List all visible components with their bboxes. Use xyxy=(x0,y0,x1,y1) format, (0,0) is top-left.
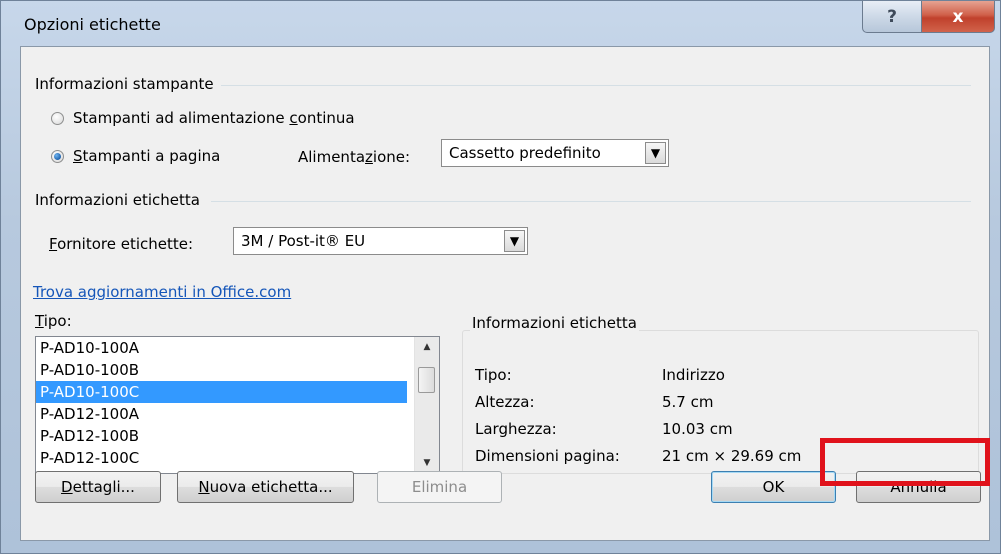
radio-button[interactable] xyxy=(51,149,64,163)
delete-button[interactable]: Elimina xyxy=(377,471,502,503)
details-button-label: Dettagli... xyxy=(61,478,135,496)
radio-page-printers[interactable]: Stampanti a pagina xyxy=(51,147,220,165)
ok-button[interactable]: OK xyxy=(711,471,836,503)
chevron-down-icon[interactable]: ▼ xyxy=(504,230,525,252)
detail-value: 5.7 cm xyxy=(662,393,714,411)
ok-button-label: OK xyxy=(762,478,785,496)
close-button[interactable]: x xyxy=(921,1,995,33)
product-label: Tipo: xyxy=(35,312,72,330)
tray-select[interactable]: Cassetto predefinito ▼ xyxy=(441,139,669,167)
vendor-select[interactable]: 3M / Post-it® EU ▼ xyxy=(233,227,528,255)
vendor-select-value: 3M / Post-it® EU xyxy=(241,232,366,250)
label-info-divider xyxy=(211,201,971,202)
tray-select-value: Cassetto predefinito xyxy=(449,144,601,162)
detail-key: Dimensioni pagina: xyxy=(475,447,620,465)
scroll-down-arrow-icon[interactable]: ▼ xyxy=(415,453,439,473)
printer-info-heading: Informazioni stampante xyxy=(35,75,214,93)
product-listbox[interactable]: P-AD10-100A P-AD10-100B P-AD10-100C P-AD12-… xyxy=(35,336,440,474)
product-list-item[interactable]: P-AD12-100A xyxy=(36,403,407,425)
detail-key: Tipo: xyxy=(475,366,512,384)
product-list-item[interactable]: P-AD10-100B xyxy=(36,359,407,381)
cancel-highlight-box xyxy=(820,438,990,486)
office-updates-link[interactable]: Trova aggiornamenti in Office.com xyxy=(33,283,291,301)
vendor-label: Fornitore etichette: xyxy=(49,235,194,253)
scroll-up-arrow-icon[interactable]: ▲ xyxy=(415,337,439,357)
detail-value: 10.03 cm xyxy=(662,420,733,438)
detail-key: Altezza: xyxy=(475,393,535,411)
title-bar[interactable]: Opzioni etichette ? x xyxy=(1,1,1001,45)
printer-info-divider xyxy=(221,85,971,86)
detail-value: Indirizzo xyxy=(662,366,725,384)
help-button[interactable]: ? xyxy=(862,1,922,33)
radio-button[interactable] xyxy=(51,111,64,125)
new-label-button-label: Nuova etichetta... xyxy=(198,478,333,496)
product-list: P-AD10-100A P-AD10-100B P-AD10-100C P-AD12-… xyxy=(36,337,439,469)
label-info-heading: Informazioni etichetta xyxy=(35,191,200,209)
dialog-window: Opzioni etichette ? x Informazioni stamp… xyxy=(0,0,1001,554)
radio-selected-dot xyxy=(54,152,61,160)
listbox-scrollbar[interactable]: ▲ ▼ xyxy=(414,337,439,473)
details-button[interactable]: Dettagli... xyxy=(35,471,161,503)
scroll-thumb[interactable] xyxy=(418,367,435,393)
help-icon: ? xyxy=(887,6,897,27)
chevron-down-icon[interactable]: ▼ xyxy=(645,142,666,164)
radio-continuous-feed-label: Stampanti ad alimentazione continua xyxy=(73,109,355,127)
product-list-item[interactable]: P-AD10-100C xyxy=(36,381,407,403)
product-list-item[interactable]: P-AD12-100C xyxy=(36,447,407,469)
window-title: Opzioni etichette xyxy=(24,15,161,34)
label-details-heading: Informazioni etichetta xyxy=(470,314,639,332)
delete-button-label: Elimina xyxy=(411,478,468,496)
radio-continuous-feed[interactable]: Stampanti ad alimentazione continua xyxy=(51,109,355,127)
radio-page-printers-label: Stampanti a pagina xyxy=(73,147,221,165)
close-icon: x xyxy=(952,6,964,27)
new-label-button[interactable]: Nuova etichetta... xyxy=(177,471,354,503)
product-list-item[interactable]: P-AD12-100B xyxy=(36,425,407,447)
detail-key: Larghezza: xyxy=(475,420,557,438)
product-list-item[interactable]: P-AD10-100A xyxy=(36,337,407,359)
detail-value: 21 cm × 29.69 cm xyxy=(662,447,802,465)
tray-label: Alimentazione: xyxy=(298,148,411,166)
